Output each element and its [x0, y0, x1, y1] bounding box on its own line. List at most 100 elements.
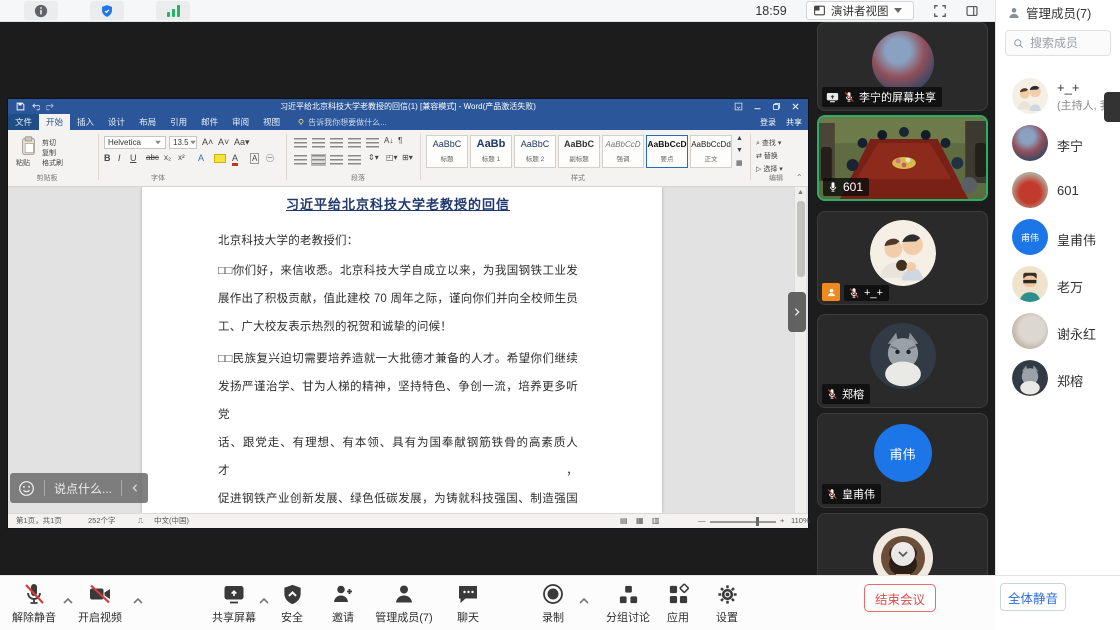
tab-mailings[interactable]: 邮件 — [194, 114, 225, 130]
share-screen-button[interactable]: 共享屏幕 — [202, 581, 266, 625]
multilevel-list-button[interactable] — [330, 138, 343, 148]
start-video-button[interactable]: 开启视频 — [68, 581, 132, 625]
italic-button[interactable]: I — [118, 153, 121, 163]
member-row[interactable]: 谢永红 — [996, 313, 1120, 357]
tell-me-box[interactable]: 告诉我你想要做什么... — [297, 114, 387, 130]
style-emphasis[interactable]: AaBbCcD强调 — [602, 135, 644, 168]
member-row[interactable]: 郑榕 — [996, 360, 1120, 404]
tab-layout[interactable]: 布局 — [132, 114, 163, 130]
word-count[interactable]: 252个字 — [88, 514, 116, 528]
enclose-characters-button[interactable]: ㊀ — [266, 153, 274, 164]
tab-view[interactable]: 视图 — [256, 114, 287, 130]
language-indicator[interactable]: 中文(中国) — [154, 514, 189, 528]
video-tile-host[interactable]: +_+ — [817, 211, 988, 305]
meeting-info-button[interactable] — [24, 1, 58, 20]
style-subtitle[interactable]: AaBbC副标题 — [558, 135, 600, 168]
video-options-chevron[interactable] — [132, 592, 144, 610]
line-spacing-button[interactable]: ⇕▾ — [368, 153, 379, 162]
word-share[interactable]: 共享 — [786, 117, 802, 128]
style-normal[interactable]: AaBbCcDd正文 — [690, 135, 732, 168]
fullscreen-button[interactable] — [928, 1, 952, 20]
save-icon[interactable] — [16, 102, 25, 111]
web-layout-icon[interactable]: ▥ — [652, 514, 660, 528]
align-right-button[interactable] — [330, 155, 343, 165]
find-button[interactable]: ⌕ 查找 ▾ — [756, 138, 781, 148]
view-mode-button[interactable]: 演讲者视图 — [806, 1, 914, 20]
replace-button[interactable]: ⇄ 替换 — [756, 151, 778, 161]
ribbon-options-icon[interactable] — [734, 102, 743, 111]
document-scrollbar[interactable]: ▲ — [794, 187, 806, 513]
undo-icon[interactable] — [31, 102, 40, 111]
collapse-chat-icon[interactable] — [130, 483, 140, 493]
video-tile-huangfuwei[interactable]: 甫伟 皇甫伟 — [817, 413, 988, 508]
style-heading1[interactable]: AaBb标题 1 — [470, 135, 512, 168]
settings-button[interactable]: 设置 — [695, 581, 759, 625]
side-panel-toggle-button[interactable] — [960, 1, 984, 20]
style-heading[interactable]: AaBbC标题 — [426, 135, 468, 168]
zoom-out-button[interactable]: — — [698, 514, 706, 528]
redo-icon[interactable] — [46, 102, 55, 111]
copy-button[interactable]: 复制 — [42, 148, 56, 158]
member-row[interactable]: 甫伟 皇甫伟 — [996, 219, 1120, 263]
change-case-button[interactable]: Aa▾ — [234, 137, 250, 148]
video-tile-601[interactable]: 601 — [817, 115, 988, 201]
record-options-chevron[interactable] — [578, 592, 590, 610]
styles-scroll-up[interactable]: ▲ — [736, 135, 743, 142]
member-search-box[interactable] — [1005, 30, 1111, 56]
member-row-host[interactable]: +_+ (主持人, 我 — [996, 78, 1120, 122]
chat-quick-bar[interactable]: 说点什么... — [10, 473, 148, 503]
show-marks-button[interactable]: ¶ — [398, 136, 402, 145]
font-color-button[interactable]: A — [232, 153, 238, 166]
text-effects-button[interactable]: A — [198, 153, 204, 163]
page-indicator[interactable]: 第1页，共1页 — [16, 514, 62, 528]
video-strip-collapse-handle[interactable] — [788, 292, 806, 332]
invite-button[interactable]: 邀请 — [311, 581, 375, 625]
style-heading2[interactable]: AaBbC标题 2 — [514, 135, 556, 168]
shading-button[interactable]: ◰▾ — [386, 153, 398, 162]
tab-insert[interactable]: 插入 — [70, 114, 101, 130]
chat-input-placeholder[interactable]: 说点什么... — [54, 480, 112, 497]
shrink-font-button[interactable]: A˅ — [218, 137, 229, 147]
video-tile-lining-share[interactable]: 李宁的屏幕共享 — [817, 22, 988, 111]
tab-home[interactable]: 开始 — [39, 114, 70, 130]
tab-design[interactable]: 设计 — [101, 114, 132, 130]
chat-button[interactable]: 聊天 — [436, 581, 500, 625]
print-layout-icon[interactable]: ▦ — [636, 514, 644, 528]
security-status-button[interactable] — [90, 1, 124, 20]
zoom-in-button[interactable]: + — [780, 514, 784, 528]
restore-icon[interactable] — [772, 102, 781, 111]
zoom-slider[interactable] — [710, 521, 776, 523]
tab-file[interactable]: 文件 — [8, 114, 39, 130]
scroll-up-arrow[interactable]: ▲ — [795, 187, 806, 199]
style-intense[interactable]: AaBbCcD要点 — [646, 135, 688, 168]
record-button[interactable]: 录制 — [521, 581, 585, 625]
unmute-button[interactable]: 解除静音 — [2, 581, 66, 625]
zoom-level[interactable]: 110% — [791, 514, 810, 528]
sort-button[interactable]: A↓ — [384, 136, 393, 145]
decrease-indent-button[interactable] — [348, 138, 361, 148]
styles-more[interactable]: ▦ — [736, 159, 743, 167]
subscript-button[interactable]: x₂ — [164, 153, 171, 162]
scrollbar-thumb[interactable] — [797, 201, 805, 277]
cut-button[interactable]: 剪切 — [42, 138, 56, 148]
collapse-ribbon-button[interactable]: ⌃ — [796, 173, 803, 182]
character-shading-button[interactable]: A — [250, 153, 259, 164]
minimize-icon[interactable] — [753, 102, 762, 111]
numbering-button[interactable] — [312, 138, 325, 148]
font-name-select[interactable]: Helvetica — [104, 136, 166, 149]
tab-review[interactable]: 审阅 — [225, 114, 256, 130]
borders-button[interactable]: ⊞▾ — [402, 153, 413, 162]
bullets-button[interactable] — [294, 138, 307, 148]
network-quality-button[interactable] — [156, 1, 190, 20]
word-sign-in[interactable]: 登录 — [760, 117, 776, 128]
increase-indent-button[interactable] — [366, 138, 379, 148]
tab-references[interactable]: 引用 — [163, 114, 194, 130]
member-row[interactable]: 李宁 — [996, 125, 1120, 169]
read-mode-icon[interactable]: ▤ — [620, 514, 628, 528]
member-row[interactable]: 601 — [996, 172, 1120, 216]
align-left-button[interactable] — [294, 155, 307, 165]
align-center-button[interactable] — [312, 155, 325, 165]
document-page[interactable]: 习近平给北京科技大学老教授的回信 北京科技大学的老教授们： □□你们好，来信收悉… — [142, 187, 662, 513]
mute-all-button[interactable]: 全体静音 — [1000, 583, 1066, 611]
strikethrough-button[interactable]: abc — [146, 153, 159, 162]
